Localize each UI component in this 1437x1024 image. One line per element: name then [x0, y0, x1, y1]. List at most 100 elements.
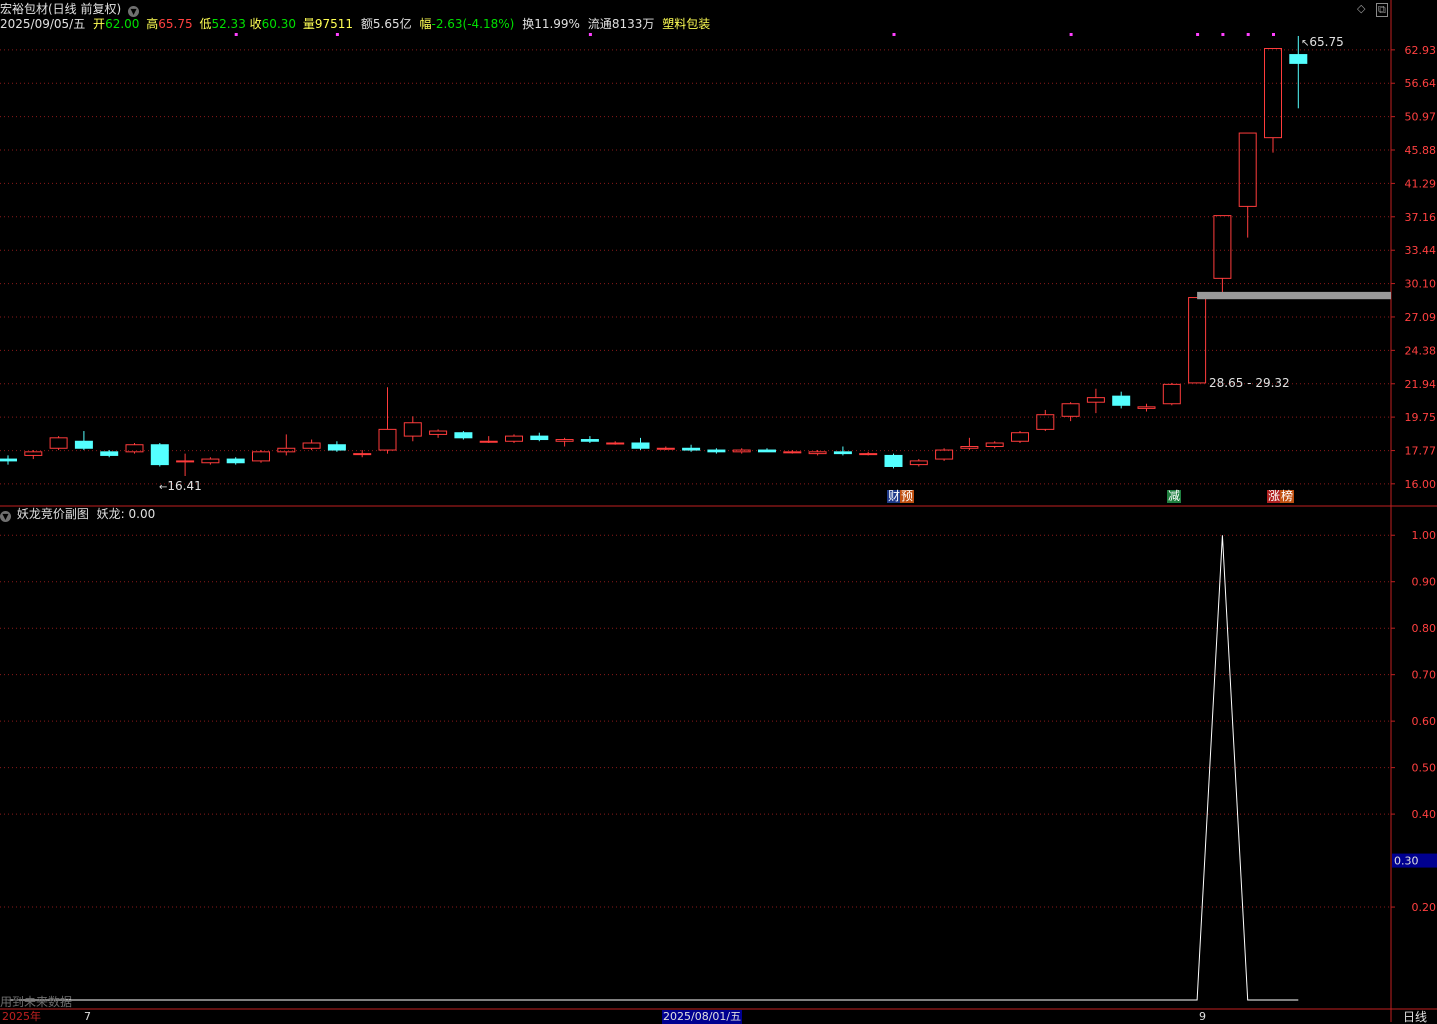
candle-body — [985, 442, 1004, 447]
candle-body — [49, 437, 68, 449]
candle-body — [378, 428, 397, 451]
candle-body — [909, 460, 928, 466]
price-tick-label: 24.38 — [1405, 344, 1437, 357]
indicator-title[interactable]: 妖龙竞价副图 — [17, 507, 89, 521]
candle-body — [1061, 403, 1080, 417]
low-annotation: ←16.41 — [159, 479, 202, 495]
candle-body — [353, 453, 372, 456]
indicator-tick-label: 0.70 — [1412, 669, 1437, 682]
indicator-chevron-icon[interactable]: ▼ — [0, 511, 11, 522]
candle-body — [732, 449, 751, 453]
candle-body — [935, 449, 954, 460]
candle-body — [1264, 48, 1282, 139]
candle-body — [631, 442, 650, 449]
candle-body — [1188, 297, 1207, 384]
gap-annotation: 28.65 - 29.32 — [1209, 376, 1290, 390]
high-arrow-icon: ↖ — [1301, 38, 1310, 49]
candle-body — [479, 440, 498, 443]
candle-body — [176, 460, 195, 463]
price-tick-label: 62.93 — [1405, 44, 1437, 57]
candle-body — [1112, 395, 1131, 406]
event-marker-bang[interactable]: 榜 — [1280, 490, 1295, 503]
candle-body — [1036, 414, 1055, 430]
price-tick-label: 37.16 — [1405, 211, 1437, 224]
candle-body — [682, 447, 701, 451]
indicator-tick-label: 0.90 — [1412, 576, 1437, 589]
price-tick-label: 30.10 — [1405, 278, 1437, 291]
price-tick-label: 19.75 — [1405, 411, 1437, 424]
candle-body — [960, 445, 979, 449]
event-marker-zhang[interactable]: 涨 — [1267, 490, 1282, 503]
candle-body — [429, 430, 448, 435]
candle-body — [1213, 215, 1232, 279]
candle-body — [707, 449, 726, 453]
price-tick-label: 50.97 — [1405, 111, 1437, 124]
candle-body — [150, 444, 169, 466]
indicator-tick-label: 0.50 — [1412, 762, 1437, 775]
candle-body — [454, 432, 473, 439]
candle-body — [1137, 406, 1156, 409]
candle-body — [1086, 397, 1105, 403]
indicator-tick-label: 0.80 — [1412, 622, 1437, 635]
candle-body — [24, 451, 43, 456]
candle-body — [530, 435, 549, 441]
indicator-footnote: 用到未来数据 — [0, 995, 73, 1009]
gap-band — [1197, 291, 1391, 300]
price-tick-label: 33.44 — [1405, 244, 1437, 257]
indicator-tick-label: 1.00 — [1412, 529, 1437, 542]
candle-body — [226, 458, 245, 464]
price-tick-label: 56.64 — [1405, 77, 1437, 90]
indicator-tick-label: 0.60 — [1412, 715, 1437, 728]
candle-body — [277, 447, 296, 453]
chart-canvas[interactable]: 16.00 17.77 19.75 21.94 24.38 27.09 30.10 33.44… — [0, 0, 1437, 1022]
high-annotation: ↖65.75 — [1301, 35, 1344, 51]
signal-dot — [1221, 33, 1225, 36]
price-tick-label: 17.77 — [1405, 445, 1437, 458]
candle-body — [0, 458, 17, 462]
price-tick-label: 21.94 — [1405, 378, 1437, 391]
price-tick-label: 27.09 — [1405, 311, 1437, 324]
signal-dot — [234, 33, 238, 36]
low-arrow-icon: ← — [159, 482, 168, 493]
low-annotation-value: 16.41 — [167, 479, 202, 493]
candle-body — [1289, 54, 1308, 64]
price-tick-label: 45.88 — [1405, 144, 1437, 157]
signal-dot — [892, 33, 896, 36]
cursor-value-label: 0.30 — [1394, 855, 1419, 868]
candle-body — [884, 454, 903, 467]
event-marker-jian[interactable]: 减 — [1167, 490, 1182, 503]
candle-body — [606, 442, 625, 445]
candle-body — [201, 458, 220, 464]
indicator-tick-label: 0.40 — [1412, 808, 1437, 821]
event-marker-yu[interactable]: 预 — [900, 490, 915, 503]
indicator-value: 妖龙: 0.00 — [96, 507, 156, 521]
signal-dot — [1196, 33, 1200, 36]
candle-body — [74, 440, 93, 449]
signal-dot — [1272, 33, 1275, 36]
indicator-header: ▼ 妖龙竞价副图 妖龙: 0.00 — [0, 507, 155, 522]
candle-body — [505, 435, 523, 442]
candle-body — [758, 449, 776, 453]
candle-body — [403, 422, 422, 437]
candle-body — [783, 451, 802, 454]
candle-body — [808, 451, 827, 455]
candle-body — [656, 447, 675, 450]
candle-body — [302, 442, 321, 449]
candle-body — [859, 453, 878, 456]
candle-body — [1011, 432, 1029, 442]
high-annotation-value: 65.75 — [1309, 35, 1344, 49]
indicator-tick-label: 0.20 — [1412, 901, 1437, 914]
candle-body — [327, 444, 346, 451]
candle-body — [833, 451, 852, 455]
price-tick-label: 16.00 — [1405, 478, 1437, 491]
candle-body — [100, 451, 119, 456]
price-tick-label: 41.29 — [1405, 177, 1437, 190]
signal-dot — [335, 33, 339, 36]
event-marker-cai[interactable]: 财 — [887, 490, 902, 503]
candle-body — [1238, 132, 1257, 207]
signal-dot — [1246, 33, 1250, 36]
candle-body — [580, 439, 599, 442]
signal-dot — [1069, 33, 1073, 36]
candle-body — [555, 439, 574, 442]
candle-body — [252, 451, 270, 462]
